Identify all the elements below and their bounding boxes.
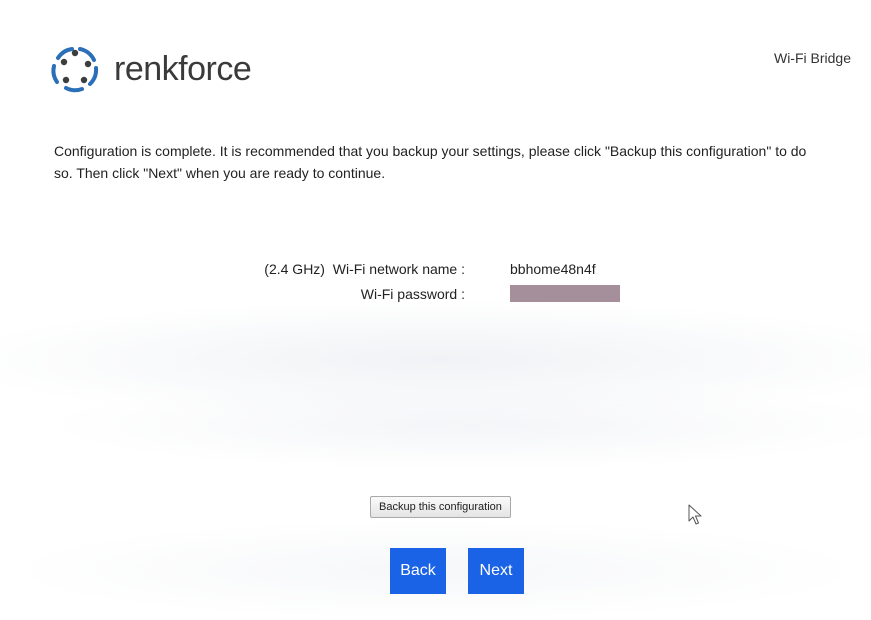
network-name-label: (2.4 GHz) Wi-Fi network name : xyxy=(264,260,465,277)
password-redacted xyxy=(510,285,620,303)
completion-message: Configuration is complete. It is recomme… xyxy=(54,143,807,181)
network-name-row: (2.4 GHz) Wi-Fi network name : bbhome48n… xyxy=(215,256,620,281)
backup-configuration-button[interactable]: Backup this configuration xyxy=(370,496,511,518)
setup-page: renkforce Wi-Fi Bridge Configuration is … xyxy=(0,0,871,620)
brand-logo: renkforce xyxy=(44,38,252,100)
password-label: Wi-Fi password : xyxy=(360,285,465,302)
back-button[interactable]: Back xyxy=(390,548,446,594)
background-swoosh xyxy=(0,300,871,420)
wifi-info: (2.4 GHz) Wi-Fi network name : bbhome48n… xyxy=(215,256,620,306)
background-swoosh xyxy=(40,380,871,470)
renkforce-logo-icon xyxy=(51,47,99,93)
product-name: Wi-Fi Bridge xyxy=(773,50,851,66)
password-row: Wi-Fi password : xyxy=(215,281,620,306)
brand-name: renkforce xyxy=(114,49,252,88)
mouse-pointer-icon xyxy=(688,504,702,525)
next-button[interactable]: Next xyxy=(468,548,524,594)
network-name-value: bbhome48n4f xyxy=(510,260,596,277)
